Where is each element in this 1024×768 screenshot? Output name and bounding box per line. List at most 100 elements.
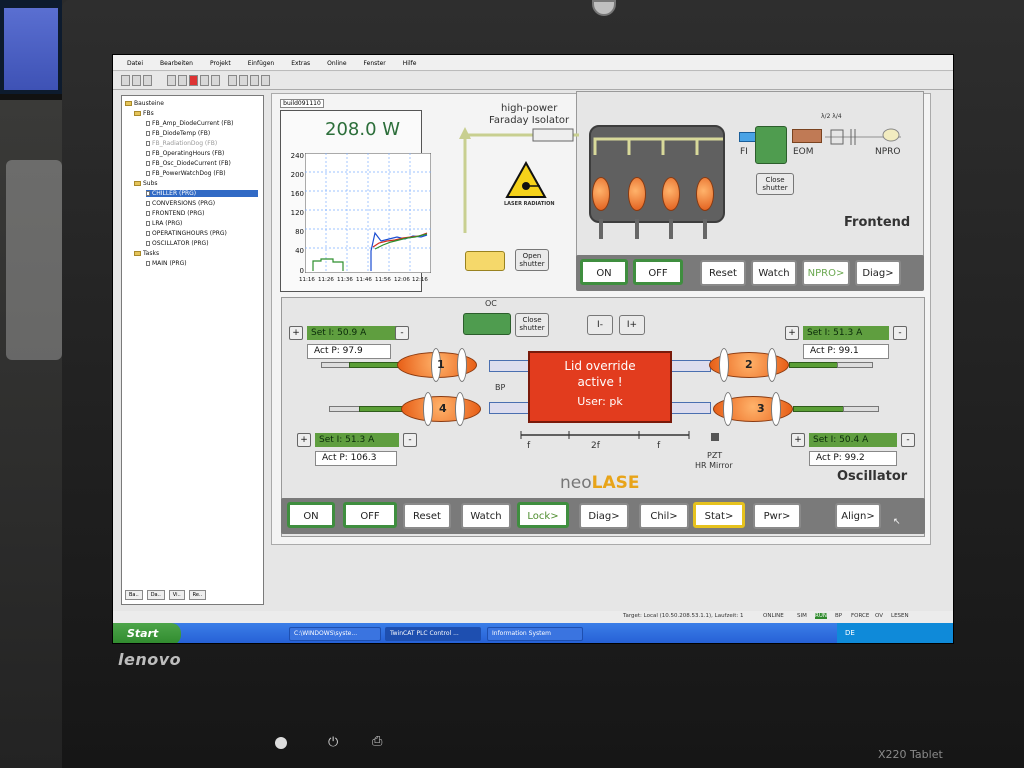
tab-datentypen[interactable]: Da..: [146, 590, 165, 600]
frontend-npro-button[interactable]: NPRO>: [802, 260, 850, 286]
run-icon[interactable]: [178, 75, 187, 86]
amp3-plus-button[interactable]: +: [791, 433, 805, 447]
tray-language[interactable]: DE: [845, 629, 855, 637]
tree-item[interactable]: FB_OperatingHours (FB): [146, 150, 224, 157]
tree-item[interactable]: OSCILLATOR (PRG): [146, 240, 209, 247]
graph-tab[interactable]: build091110: [280, 99, 324, 108]
frontend-off-button[interactable]: OFF: [633, 259, 683, 285]
tree-folder-fbs[interactable]: FBs: [134, 110, 154, 117]
start-button[interactable]: Start: [113, 623, 181, 643]
windows-taskbar: Start C:\WINDOWS\syste... TwinCAT PLC Co…: [113, 623, 953, 643]
taskbar-task-info[interactable]: Information System: [487, 627, 583, 641]
amp2-plus-button[interactable]: +: [785, 326, 799, 340]
tree-folder-tasks[interactable]: Tasks: [134, 250, 159, 257]
menu-extras[interactable]: Extras: [291, 60, 310, 67]
find-icon[interactable]: [261, 75, 270, 86]
step-icon[interactable]: [200, 75, 209, 86]
background-monitor-screen: [4, 8, 58, 90]
oscillator-lock-button[interactable]: Lock>: [517, 502, 569, 528]
beam-switch-icon[interactable]: [465, 251, 505, 271]
amp4-minus-button[interactable]: -: [403, 433, 417, 447]
amp1-plus-button[interactable]: +: [289, 326, 303, 340]
login-icon[interactable]: [167, 75, 176, 86]
tree-item[interactable]: FRONTEND (PRG): [146, 210, 204, 217]
tree-item[interactable]: FB_Osc_DiodeCurrent (FB): [146, 160, 231, 167]
open-shutter-button[interactable]: Open shutter: [515, 249, 549, 271]
amp2-minus-button[interactable]: -: [893, 326, 907, 340]
tree-tabs: Ba.. Da.. Vi.. Re..: [121, 590, 264, 604]
oc-label: OC: [485, 299, 497, 308]
amp4-plus-button[interactable]: +: [297, 433, 311, 447]
paste-icon[interactable]: [250, 75, 259, 86]
tab-visualisierung[interactable]: Vi..: [168, 590, 185, 600]
menu-einfuegen[interactable]: Einfügen: [248, 60, 274, 67]
frontend-watch-button[interactable]: Watch: [751, 260, 797, 286]
oscillator-diag-button[interactable]: Diag>: [579, 503, 629, 529]
tree-item[interactable]: LRA (PRG): [146, 220, 182, 227]
file-icon: [146, 161, 150, 166]
y-tick: 0: [299, 267, 304, 275]
tab-ressourcen[interactable]: Re..: [188, 590, 207, 600]
tree-item[interactable]: CONVERSIONS (PRG): [146, 200, 215, 207]
scale-f-left: f: [527, 441, 531, 451]
power-button-icon[interactable]: ⏻: [328, 735, 338, 750]
oscillator-status-button[interactable]: Stat>: [693, 502, 745, 528]
oscillator-on-button[interactable]: ON: [287, 502, 335, 528]
stop-icon[interactable]: [189, 75, 198, 86]
frontend-close-shutter-button[interactable]: Close shutter: [756, 173, 794, 195]
oscillator-watch-button[interactable]: Watch: [461, 503, 511, 529]
menu-online[interactable]: Online: [327, 60, 346, 67]
file-icon: [146, 191, 150, 196]
tree-item[interactable]: OPERATINGHOURS (PRG): [146, 230, 227, 237]
tree-folder-subs[interactable]: Subs: [134, 180, 158, 187]
oscillator-align-button[interactable]: Align>: [835, 503, 881, 529]
amp1-minus-button[interactable]: -: [395, 326, 409, 340]
x-tick: 11:16: [299, 277, 315, 283]
tree-item[interactable]: FB_DiodeTemp (FB): [146, 130, 210, 137]
taskbar-task-twincat[interactable]: TwinCAT PLC Control ...: [385, 627, 481, 641]
status-sim: SIM: [797, 613, 807, 619]
open-icon[interactable]: [132, 75, 141, 86]
current-down-button[interactable]: I-: [587, 315, 613, 335]
frontend-diag-button[interactable]: Diag>: [855, 260, 901, 286]
logo-lase: LASE: [591, 473, 640, 493]
rotate-button-icon[interactable]: ⎙: [372, 734, 382, 749]
amp3-actual-power: Act P: 99.2: [809, 451, 897, 466]
pump-diode-1: [592, 177, 610, 211]
tab-bausteine[interactable]: Ba..: [125, 590, 143, 600]
taskbar-task-explorer[interactable]: C:\WINDOWS\syste...: [289, 627, 381, 641]
oscillator-power-button[interactable]: Pwr>: [753, 503, 801, 529]
tree-item[interactable]: FB_RadiationDog (FB): [146, 140, 217, 147]
menu-hilfe[interactable]: Hilfe: [403, 60, 417, 67]
save-icon[interactable]: [143, 75, 152, 86]
oscillator-close-shutter-button[interactable]: Close shutter: [515, 313, 549, 337]
new-icon[interactable]: [121, 75, 130, 86]
tree-item-selected[interactable]: CHILLER (PRG): [146, 190, 258, 197]
tree-item[interactable]: FB_PowerWatchDog (FB): [146, 170, 226, 177]
pump-diode-2: [628, 177, 646, 211]
oscillator-off-button[interactable]: OFF: [343, 502, 397, 528]
tree-root-label: Bausteine: [134, 100, 164, 107]
tree-item[interactable]: FB_Amp_DiodeCurrent (FB): [146, 120, 233, 127]
tree-folder-label: Subs: [143, 180, 158, 187]
current-up-button[interactable]: I+: [619, 315, 645, 335]
menu-projekt[interactable]: Projekt: [210, 60, 231, 67]
frontend-reset-button[interactable]: Reset: [700, 260, 746, 286]
amp2-number: 2: [745, 358, 753, 371]
tree-root[interactable]: Bausteine: [125, 100, 164, 107]
y-tick: 200: [290, 171, 304, 179]
frontend-on-button[interactable]: ON: [580, 259, 628, 285]
folder-icon: [134, 181, 141, 186]
cut-icon[interactable]: [228, 75, 237, 86]
file-icon: [146, 131, 150, 136]
menu-bearbeiten[interactable]: Bearbeiten: [160, 60, 193, 67]
breakpoint-icon[interactable]: [211, 75, 220, 86]
status-run: RUN: [815, 613, 827, 619]
oscillator-chiller-button[interactable]: Chil>: [639, 503, 689, 529]
copy-icon[interactable]: [239, 75, 248, 86]
amp3-minus-button[interactable]: -: [901, 433, 915, 447]
oscillator-reset-button[interactable]: Reset: [403, 503, 451, 529]
tree-item[interactable]: MAIN (PRG): [146, 260, 187, 267]
menu-fenster[interactable]: Fenster: [364, 60, 386, 67]
menu-datei[interactable]: Datei: [127, 60, 143, 67]
